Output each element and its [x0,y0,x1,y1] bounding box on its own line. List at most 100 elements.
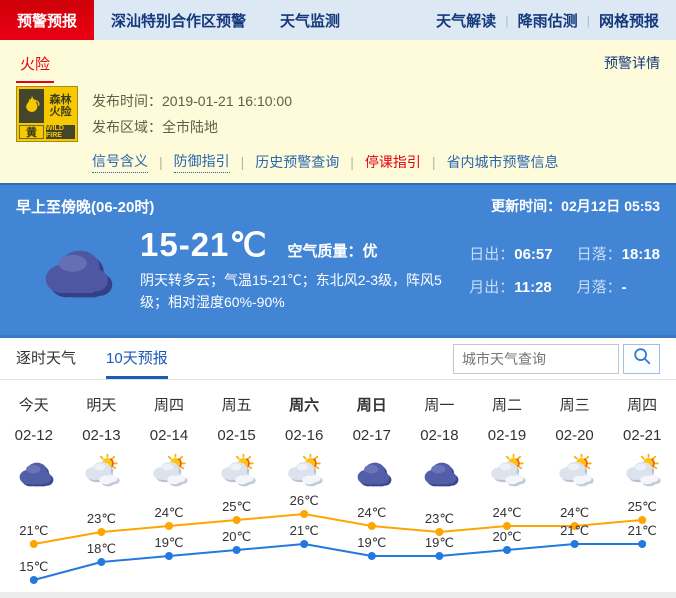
partly-cloudy-icon [203,452,271,492]
fire-icon-title: 森林火险 [46,89,75,123]
sun-moon-item: 月落：- [577,276,660,297]
warning-content: 森林火险 黄 WILD FIRE 发布时间：2019-01-21 16:10:0… [16,86,660,142]
sun-moon-label: 日出： [469,246,514,263]
svg-text:21℃: 21℃ [628,523,657,538]
sun-moon-item: 日落：18:18 [577,243,660,264]
top-nav: 预警预报深汕特别合作区预警天气监测 天气解读|降雨估测|网格预报 [0,0,676,40]
cloudy-icon [28,235,120,303]
warning-detail-link[interactable]: 预警详情 [604,53,660,73]
warning-link[interactable]: 省内城市预警信息 [447,152,559,172]
top-nav-links: 天气解读|降雨估测|网格预报 [427,0,676,40]
warning-tab-fire[interactable]: 火险 [16,53,54,83]
tab-inactive[interactable]: 逐时天气 [16,338,76,379]
city-search-input[interactable] [453,344,619,374]
forecast-day-column[interactable]: 周三 02-20 [541,394,609,492]
update-time: 更新时间：02月12日 05:53 [491,196,660,217]
forecast-day-column[interactable]: 周二02-19 [473,394,541,492]
forecast-day-column[interactable]: 周四 02-14 [135,394,203,492]
nav-tab[interactable]: 天气监测 [263,0,357,40]
sun-moon-item: 月出：11:28 [469,276,552,297]
forecast-date: 02-21 [608,427,676,444]
forecast-date: 02-16 [270,427,338,444]
sun-moon-grid: 日出：06:57 日落：18:18 月出：11:28 月落：- [469,243,660,313]
separator: | [159,154,163,170]
nav-link[interactable]: 网格预报 [590,10,668,31]
forecast-date: 02-12 [0,427,68,444]
air-quality: 空气质量：优 [287,240,377,261]
sun-moon-label: 日落： [577,246,622,263]
cloudy-icon [406,452,474,492]
warning-link[interactable]: 防御指引 [174,151,230,173]
partly-cloudy-icon [473,452,541,492]
warning-links: 信号含义|防御指引|历史预警查询|停课指引|省内城市预警信息 [92,151,660,173]
forecast-day-name: 今天 [0,394,68,415]
publish-area-row: 发布区域：全市陆地 [92,114,292,140]
temperature-range: 15-21℃ [140,225,267,264]
warning-info: 发布时间：2019-01-21 16:10:00 发布区域：全市陆地 [92,86,292,142]
sun-moon-value: 18:18 [622,246,660,263]
svg-text:24℃: 24℃ [560,505,589,520]
svg-text:26℃: 26℃ [290,494,319,508]
svg-text:15℃: 15℃ [19,559,48,574]
svg-text:21℃: 21℃ [19,523,48,538]
svg-text:19℃: 19℃ [425,535,454,550]
fire-icon-level: 黄 [19,125,44,139]
top-nav-tabs: 预警预报深汕特别合作区预警天气监测 [0,0,357,40]
svg-text:19℃: 19℃ [357,535,386,550]
partly-cloudy-icon [541,452,609,492]
forecast-day-column[interactable]: 今天 02-12 [0,394,68,492]
svg-text:21℃: 21℃ [290,523,319,538]
forecast-date: 02-20 [541,427,609,444]
separator: | [432,154,436,170]
forecast-day-column[interactable]: 明天02-13 [68,394,136,492]
forecast-day-column[interactable]: 周四02-21 [608,394,676,492]
forecast-day-column[interactable]: 周六 02-16 [270,394,338,492]
nav-link[interactable]: 天气解读 [427,10,505,31]
forecast-date: 02-18 [406,427,474,444]
svg-text:19℃: 19℃ [154,535,183,550]
forecast-date: 02-15 [203,427,271,444]
sun-moon-item: 日出：06:57 [469,243,552,264]
svg-text:20℃: 20℃ [222,529,251,544]
current-summary: 15-21℃ 空气质量：优 阴天转多云；气温15-21℃；东北风2-3级，阵风5… [140,225,469,313]
search-button[interactable] [623,344,660,374]
tab-active[interactable]: 10天预报 [106,338,168,379]
current-body: 15-21℃ 空气质量：优 阴天转多云；气温15-21℃；东北风2-3级，阵风5… [16,225,660,313]
forecast-tab-row: 逐时天气 10天预报 [0,338,676,380]
weather-description: 阴天转多云；气温15-21℃；东北风2-3级，阵风5级；相对湿度60%-90% [140,269,469,313]
forecast-day-column[interactable]: 周日02-17 [338,394,406,492]
nav-link[interactable]: 降雨估测 [509,10,587,31]
warning-link[interactable]: 停课指引 [365,152,421,172]
forecast-day-name: 周五 [203,394,271,415]
sun-moon-value: 11:28 [514,279,552,296]
cloudy-icon [338,452,406,492]
partly-cloudy-icon [135,452,203,492]
svg-text:18℃: 18℃ [87,541,116,556]
footer-strip [0,592,676,598]
forecast-day-name: 周日 [338,394,406,415]
partly-cloudy-icon [68,452,136,492]
forecast-grid: 今天02-12明天02-13周四02-14周五02-15周六02-16周日02-… [0,394,676,492]
forecast-day-column[interactable]: 周五 02-15 [203,394,271,492]
forecast-period-label: 早上至傍晚(06-20时) [16,196,154,217]
svg-text:23℃: 23℃ [87,511,116,526]
forecast-date: 02-14 [135,427,203,444]
forecast-day-column[interactable]: 周一02-18 [406,394,474,492]
city-search [453,338,660,379]
nav-tab[interactable]: 深汕特别合作区预警 [94,0,263,40]
forecast-day-name: 周三 [541,394,609,415]
forecast-day-name: 周六 [270,394,338,415]
current-header: 早上至傍晚(06-20时) 更新时间：02月12日 05:53 [16,185,660,217]
warning-link[interactable]: 信号含义 [92,151,148,173]
svg-text:24℃: 24℃ [492,505,521,520]
temperature-chart: 21℃23℃24℃25℃26℃24℃23℃24℃24℃25℃15℃18℃19℃2… [0,494,676,598]
forecast-date: 02-19 [473,427,541,444]
svg-text:24℃: 24℃ [357,505,386,520]
nav-tab[interactable]: 预警预报 [0,0,94,40]
forecast-day-name: 周四 [135,394,203,415]
sun-moon-value: - [622,279,627,296]
search-icon [632,346,652,371]
warning-link[interactable]: 历史预警查询 [255,152,339,172]
cloudy-icon [0,452,68,492]
svg-text:20℃: 20℃ [492,529,521,544]
